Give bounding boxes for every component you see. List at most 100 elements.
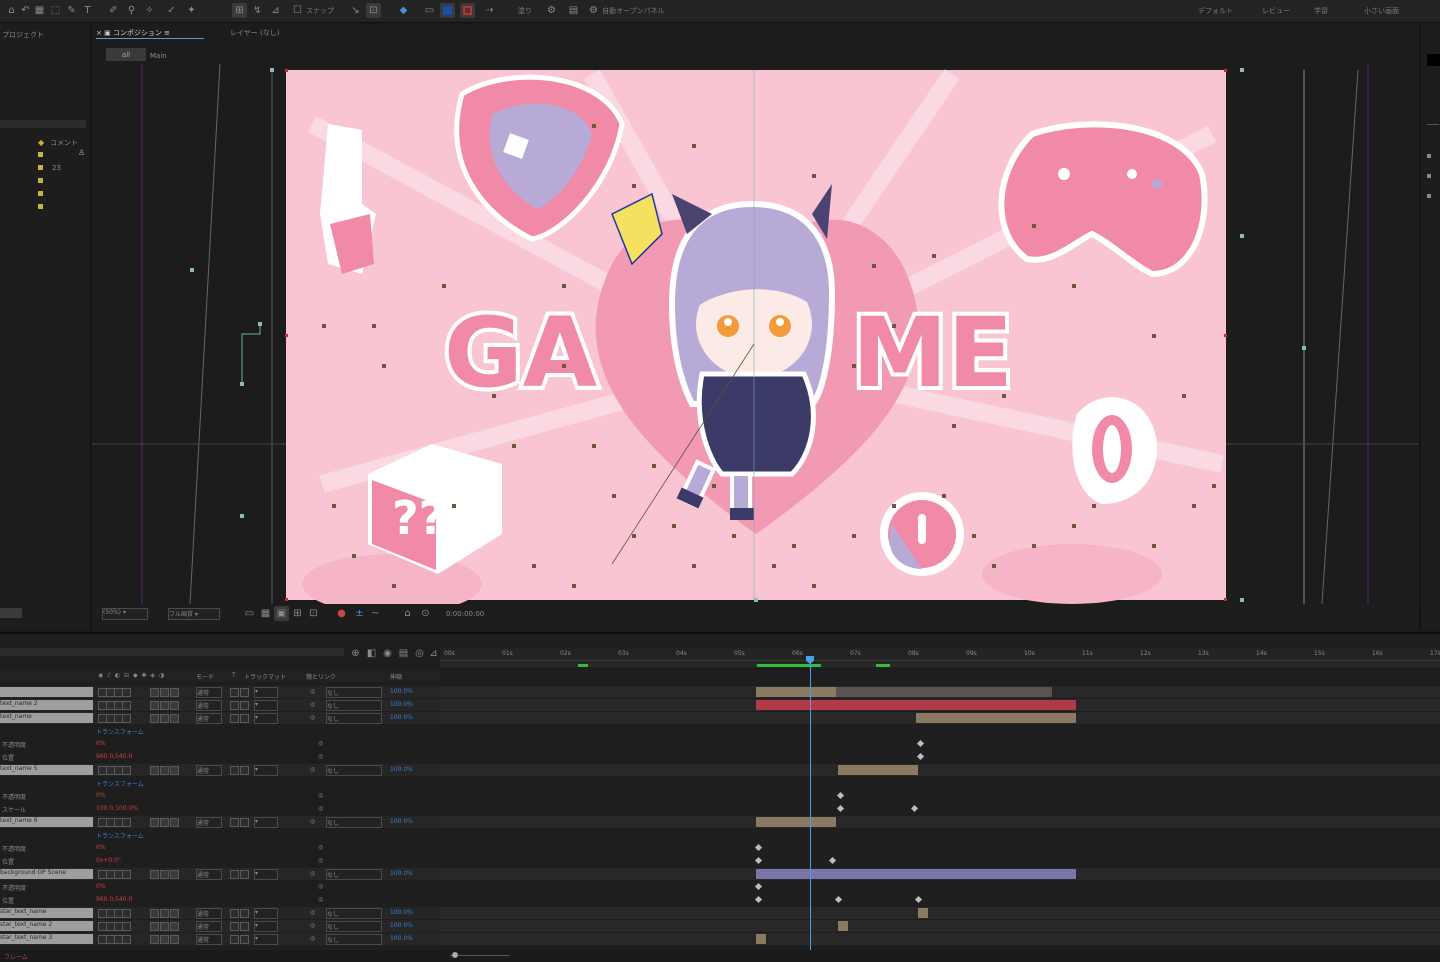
timeline-track[interactable] (440, 738, 1440, 750)
timeline-track[interactable] (440, 842, 1440, 854)
project-panel-title[interactable]: プロジェクト (2, 30, 44, 40)
property-value[interactable]: 0% (96, 792, 106, 799)
parent-dropdown[interactable]: なし (326, 700, 382, 711)
parent-dropdown[interactable]: なし (326, 908, 382, 919)
color-channel-icon[interactable]: ● (334, 606, 349, 621)
layer-row[interactable]: text_name 2 通常 ▾ ◎ なし 100.0% (0, 699, 440, 711)
property-row[interactable]: 位置 0x+0.0° ◎ (0, 855, 440, 867)
track-matte-switch[interactable] (240, 870, 249, 879)
keyframe[interactable] (754, 843, 763, 852)
layer-switch[interactable] (170, 701, 179, 710)
track-matte-switch[interactable] (240, 701, 249, 710)
track-matte-switch[interactable] (230, 922, 239, 931)
track-matte-switch[interactable] (240, 922, 249, 931)
parent-dropdown[interactable]: なし (326, 817, 382, 828)
layer-row[interactable]: text_name 5 通常 ▾ ◎ なし 100.0% (0, 764, 440, 776)
local-axis-icon[interactable]: ⊞ (232, 3, 247, 18)
comp-flow-icon[interactable]: ⊕ (348, 646, 363, 661)
mode-dropdown[interactable]: 通常 (196, 765, 222, 776)
property-row[interactable]: 不透明度 0% ◎ (0, 881, 440, 893)
layer-switch[interactable] (150, 818, 159, 827)
parent-pickwhip-icon[interactable]: ◎ (310, 714, 315, 721)
layer-duration-bar[interactable] (916, 713, 1076, 723)
graph-editor-icon[interactable]: ⊿ (426, 646, 441, 661)
layer-switch[interactable] (150, 922, 159, 931)
track-matte-switch[interactable] (230, 870, 239, 879)
timeline-track[interactable] (440, 777, 1440, 789)
timeline-track[interactable] (440, 725, 1440, 737)
layer-duration-bar[interactable] (756, 934, 766, 944)
fill-icon[interactable]: ◆ (396, 3, 411, 18)
stretch-value[interactable]: 100.0% (390, 701, 413, 708)
camera-icon[interactable]: ⌂ (400, 606, 415, 621)
parent-dropdown[interactable]: なし (326, 934, 382, 945)
layer-duration-bar[interactable] (756, 687, 836, 697)
stretch-value[interactable]: 100.0% (390, 714, 413, 721)
property-value[interactable]: 960.0,540.0 (96, 753, 132, 760)
keyframe[interactable] (910, 804, 919, 813)
keyframe[interactable] (916, 752, 925, 761)
zoom-slider-thumb[interactable] (452, 952, 458, 958)
property-row[interactable]: 不透明度 0% ◎ (0, 738, 440, 750)
layer-row[interactable]: star_text_name 通常 ▾ ◎ なし 100.0% (0, 907, 440, 919)
keyframe[interactable] (916, 739, 925, 748)
trackmatte-dropdown[interactable]: ▾ (254, 700, 278, 711)
track-matte-switch[interactable] (230, 909, 239, 918)
layer-duration-bar[interactable] (918, 908, 928, 918)
mode-dropdown[interactable]: 通常 (196, 700, 222, 711)
breadcrumb-button[interactable]: all (106, 48, 146, 61)
layer-switch[interactable] (122, 714, 131, 723)
timeline-track[interactable] (440, 790, 1440, 802)
transparency-grid-icon[interactable]: ▦ (258, 606, 273, 621)
stroke-icon[interactable]: ▭ (422, 3, 437, 18)
stroke-doc-icon[interactable]: ▤ (566, 3, 581, 18)
transform-group-label[interactable]: トランスフォーム (96, 779, 144, 788)
layer-row[interactable]: star_text_name 3 通常 ▾ ◎ なし 100.0% (0, 933, 440, 945)
keyframe[interactable] (754, 895, 763, 904)
layer-switch[interactable] (160, 922, 169, 931)
stroke-width-icon[interactable]: ⇢ (482, 3, 497, 18)
track-matte-switch[interactable] (230, 818, 239, 827)
timeline-track[interactable] (440, 816, 1440, 828)
parent-pickwhip-icon[interactable]: ◎ (310, 688, 315, 695)
tab-composition[interactable]: × ▣ コンポジション ≡ (96, 28, 170, 38)
trackmatte-dropdown[interactable]: ▾ (254, 934, 278, 945)
breadcrumb-comp[interactable]: Main (150, 52, 167, 60)
timeline-track[interactable] (440, 712, 1440, 724)
stopwatch-icon[interactable]: ◎ (318, 753, 323, 760)
undo-icon[interactable]: ↶ (18, 3, 33, 18)
layer-switch[interactable] (122, 766, 131, 775)
layer-switch[interactable] (122, 701, 131, 710)
mask-visibility-icon[interactable]: ▣ (274, 606, 289, 621)
mode-dropdown[interactable]: 通常 (196, 687, 222, 698)
layer-name[interactable]: text_name (0, 713, 93, 723)
property-value[interactable]: 100.0,100.0% (96, 805, 138, 812)
layer-switch[interactable] (150, 688, 159, 697)
zoom-slider[interactable] (450, 955, 510, 956)
parent-dropdown[interactable]: なし (326, 765, 382, 776)
trackmatte-dropdown[interactable]: ▾ (254, 921, 278, 932)
track-matte-switch[interactable] (240, 766, 249, 775)
layer-duration-bar[interactable] (838, 765, 918, 775)
stretch-value[interactable]: 100.0% (390, 766, 413, 773)
work-area-bar[interactable] (440, 664, 1440, 667)
grid-icon[interactable]: ▦ (32, 3, 47, 18)
select-tool-icon[interactable]: ⬚ (48, 3, 63, 18)
layer-name[interactable]: star_text_name 2 (0, 921, 93, 931)
layer-switch[interactable] (122, 688, 131, 697)
layer-switch[interactable] (160, 714, 169, 723)
layer-duration-bar[interactable] (838, 921, 848, 931)
timeline-track[interactable] (440, 686, 1440, 698)
keyframe[interactable] (836, 804, 845, 813)
stopwatch-icon[interactable]: ◎ (318, 857, 323, 864)
layer-switch[interactable] (122, 935, 131, 944)
fill-gear-icon[interactable]: ⚙ (544, 3, 559, 18)
parent-dropdown[interactable]: なし (326, 713, 382, 724)
time-ruler[interactable] (440, 648, 1440, 668)
property-row[interactable]: 不透明度 0% ◎ (0, 790, 440, 802)
quality-dropdown[interactable]: フル画質 ▾ (168, 608, 220, 620)
exposure-value-icon[interactable]: ~ (368, 606, 383, 621)
track-matte-switch[interactable] (230, 688, 239, 697)
mode-dropdown[interactable]: 通常 (196, 934, 222, 945)
track-matte-switch[interactable] (230, 935, 239, 944)
